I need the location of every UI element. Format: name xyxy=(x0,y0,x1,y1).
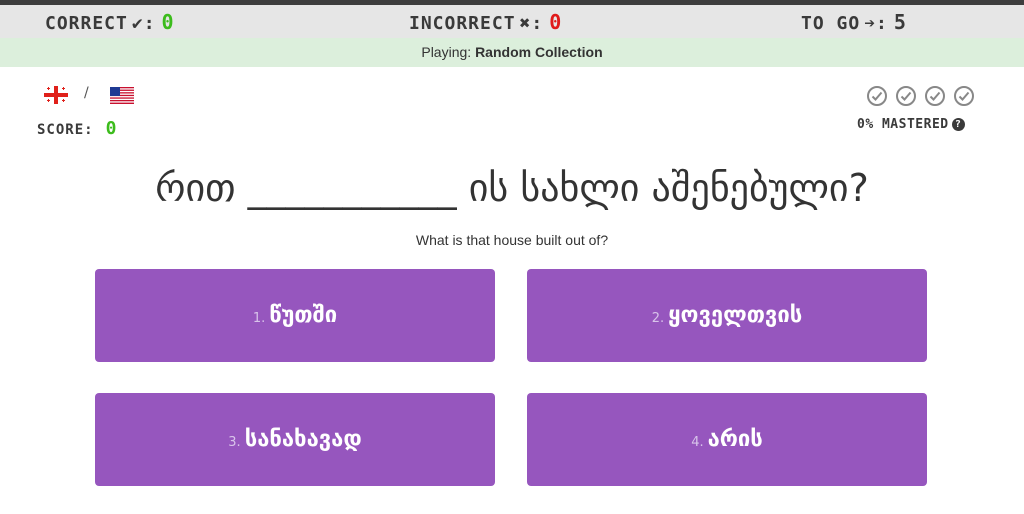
to-go-label: TO GO xyxy=(801,13,861,34)
answer-button-2[interactable]: 2. ყოველთვის xyxy=(527,269,927,362)
question-sentence: რით ___________ ის სახლი აშენებული? xyxy=(0,166,1024,210)
answer-button-4[interactable]: 4. არის xyxy=(527,393,927,486)
incorrect-label: INCORRECT xyxy=(409,13,516,34)
score-label: SCORE: xyxy=(37,122,94,138)
answer-text: არის xyxy=(707,427,763,452)
score-value: 0 xyxy=(105,118,118,139)
question-before: რით xyxy=(155,166,236,210)
answer-text: სანახავად xyxy=(244,427,362,452)
mastery-check-icon xyxy=(925,86,945,106)
answer-index: 4. xyxy=(691,435,704,450)
answer-index: 1. xyxy=(252,311,266,326)
mastery-check-icon xyxy=(896,86,916,106)
answer-index: 2. xyxy=(651,311,665,326)
mastery-check-icon xyxy=(867,86,887,106)
playing-prefix: Playing: xyxy=(421,44,472,60)
mastery-check-icon xyxy=(954,86,974,106)
mastery-checks xyxy=(866,85,982,111)
usa-flag-icon xyxy=(110,87,134,104)
playing-banner: Playing: Random Collection xyxy=(0,38,1024,67)
language-separator: / xyxy=(84,85,89,101)
answer-button-1[interactable]: 1. წუთში xyxy=(95,269,495,362)
correct-label: CORRECT xyxy=(45,13,128,34)
collection-name[interactable]: Random Collection xyxy=(475,44,603,60)
stats-bar: CORRECT ✔: 0 INCORRECT ✖: 0 TO GO ➔: 5 xyxy=(0,5,1024,38)
correct-stat: CORRECT ✔: 0 xyxy=(45,10,175,34)
mastery-status: 0% MASTERED? xyxy=(857,117,965,132)
question-translation: What is that house built out of? xyxy=(415,232,609,248)
mastered-label: 0% MASTERED xyxy=(857,117,949,132)
checkmark-icon: ✔: xyxy=(131,13,156,34)
georgia-flag-icon xyxy=(44,86,68,104)
score-display: SCORE: 0 xyxy=(37,118,117,139)
answer-text: ყოველთვის xyxy=(668,303,803,328)
to-go-stat: TO GO ➔: 5 xyxy=(801,10,907,34)
help-icon[interactable]: ? xyxy=(951,118,965,131)
arrow-right-icon: ➔: xyxy=(864,13,888,34)
question-blank: ___________ xyxy=(247,166,457,210)
question-after: ის სახლი აშენებული? xyxy=(468,166,869,210)
cross-icon: ✖: xyxy=(519,13,544,34)
correct-count: 0 xyxy=(161,10,175,34)
to-go-count: 5 xyxy=(893,10,907,34)
answer-text: წუთში xyxy=(269,303,338,328)
incorrect-count: 0 xyxy=(549,10,563,34)
answer-index: 3. xyxy=(228,435,241,450)
incorrect-stat: INCORRECT ✖: 0 xyxy=(409,10,562,34)
answer-button-3[interactable]: 3. სანახავად xyxy=(95,393,495,486)
